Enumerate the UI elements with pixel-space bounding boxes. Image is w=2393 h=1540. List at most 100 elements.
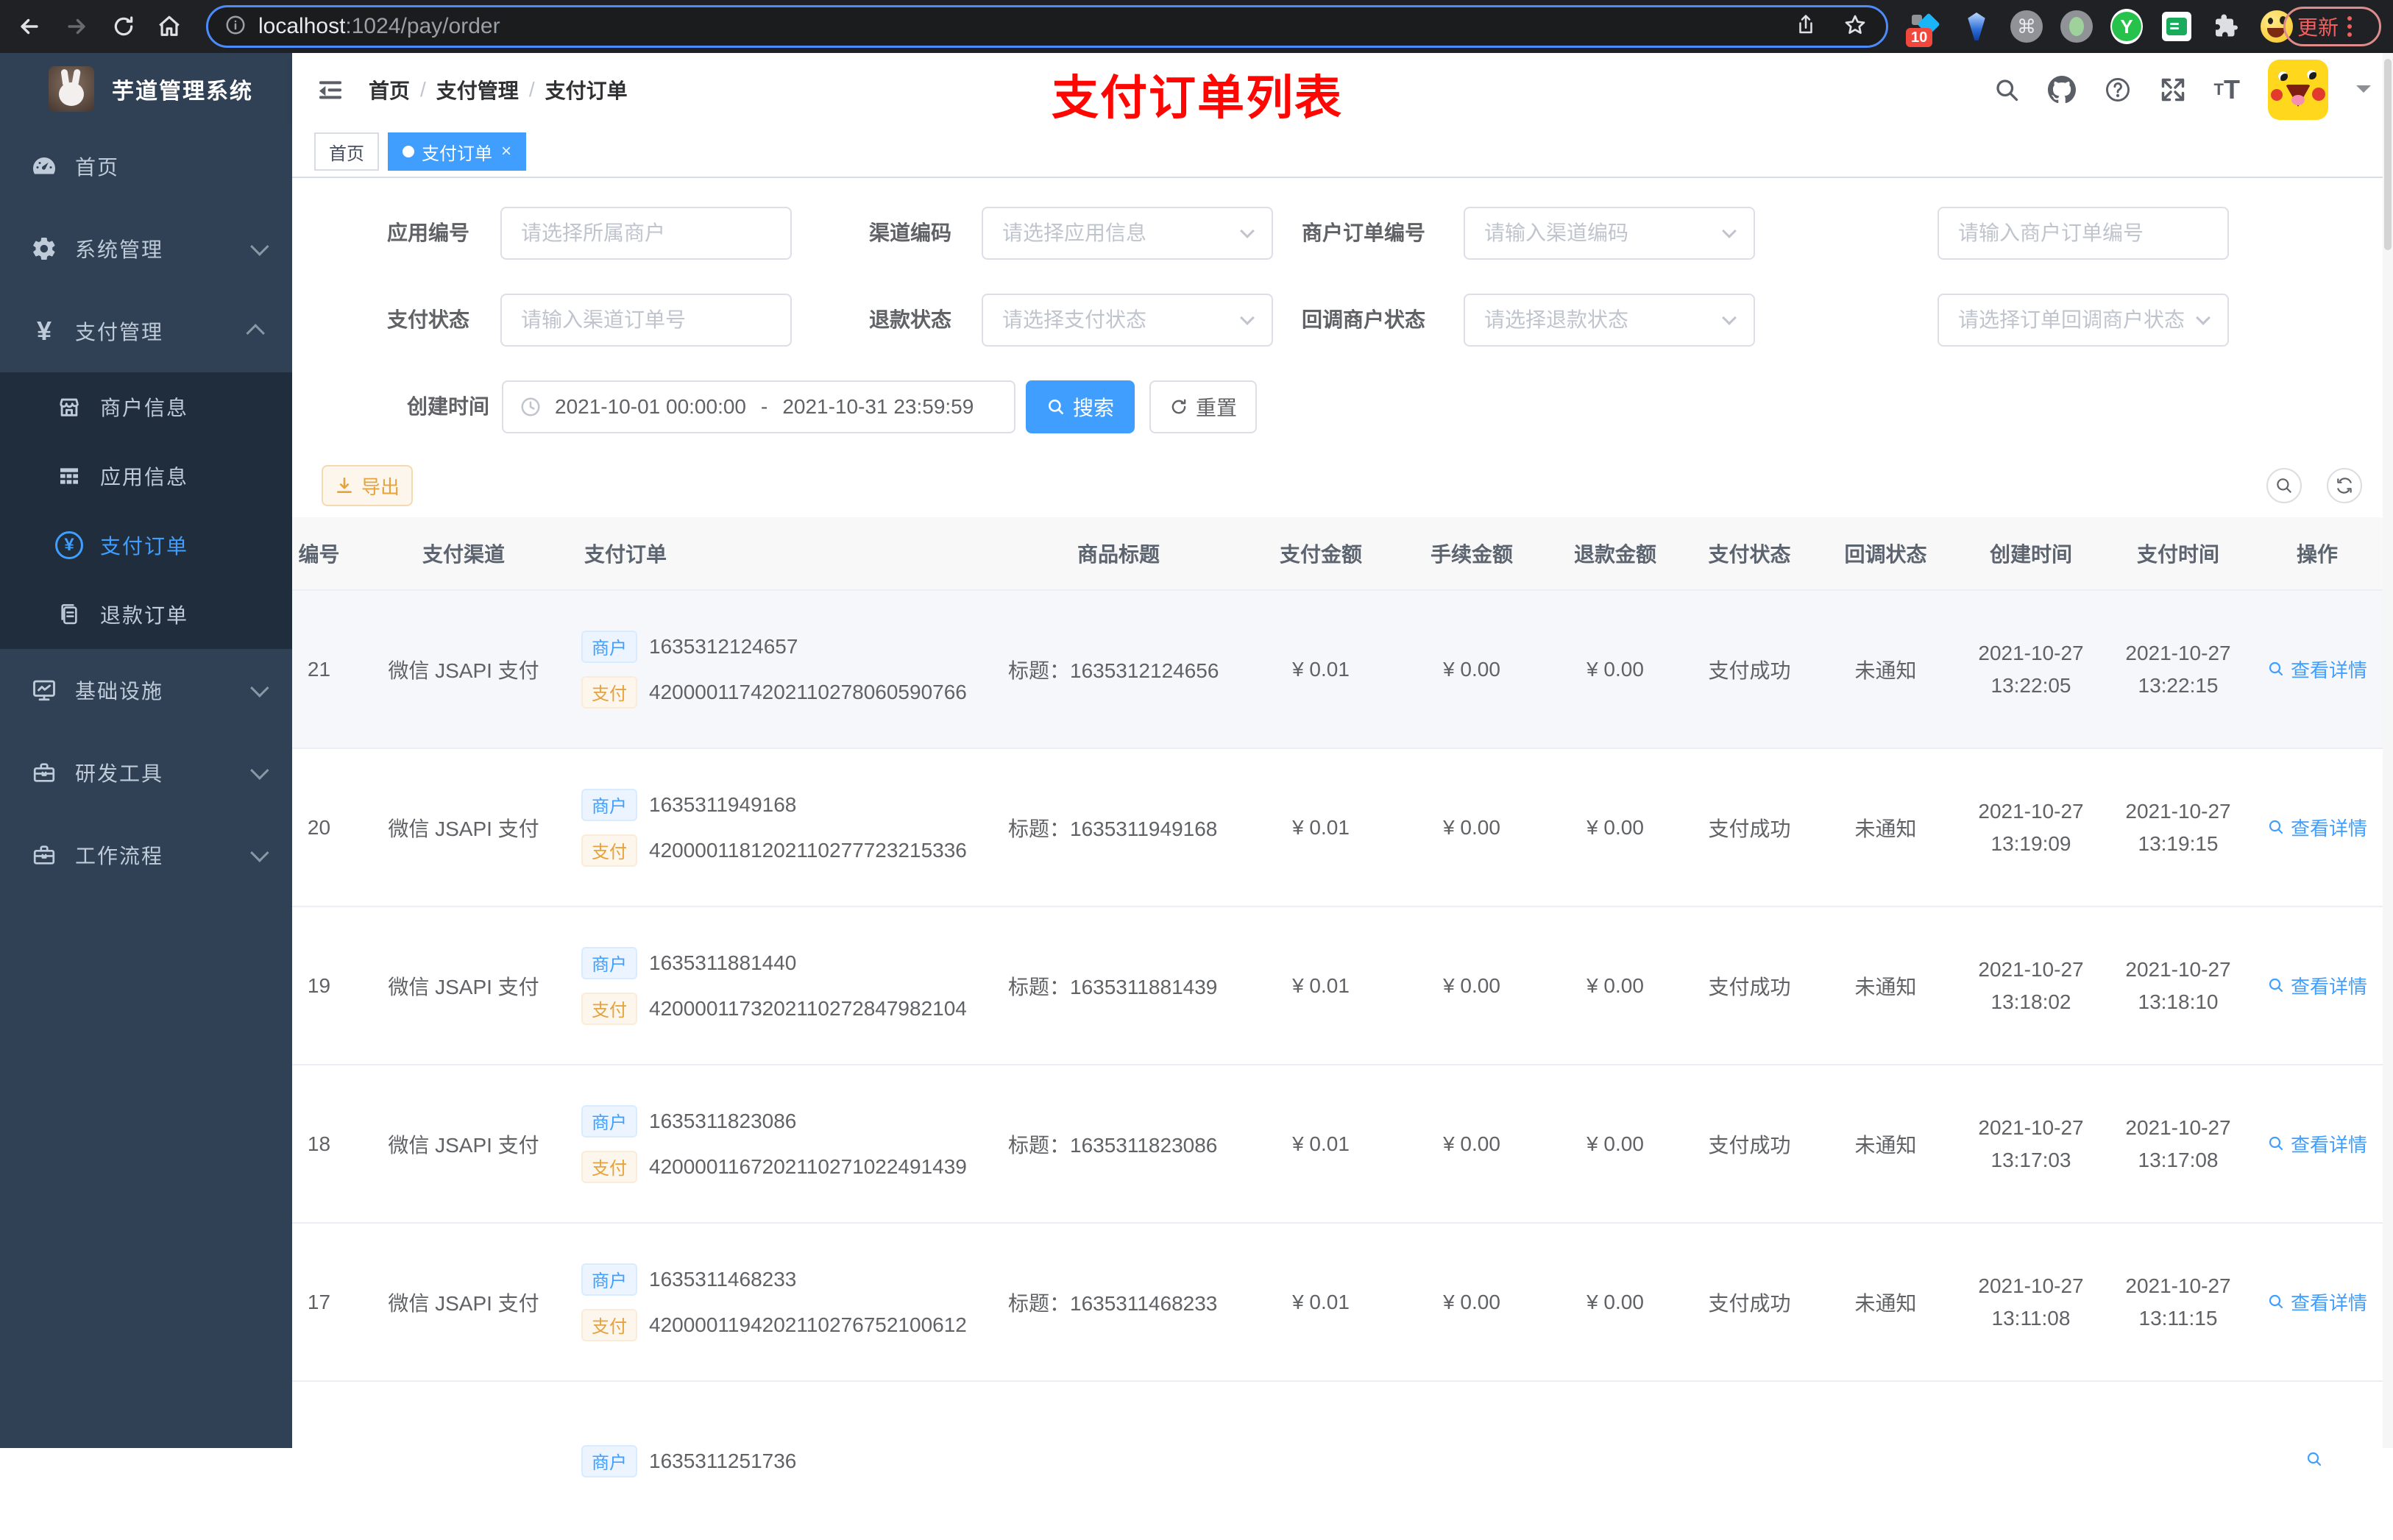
chat-extension-icon[interactable] <box>2160 10 2193 43</box>
avatar-caret-icon[interactable] <box>2356 85 2371 100</box>
filter-control[interactable] <box>1464 207 1755 260</box>
merchant-order-line: 商户 1635311949168 <box>581 788 993 821</box>
sidebar-item[interactable]: 工作流程 <box>0 814 292 896</box>
view-detail-link[interactable]: 查看详情 <box>2267 1288 2367 1316</box>
fullscreen-icon[interactable] <box>2160 77 2186 103</box>
close-icon[interactable]: × <box>501 141 511 162</box>
filter-control[interactable] <box>1938 294 2229 347</box>
column-header[interactable]: 编号 <box>292 539 346 568</box>
cell-amount: ¥ 0.01 <box>1292 973 1350 997</box>
scrollbar-thumb[interactable] <box>2384 59 2392 250</box>
pin-extension-icon[interactable] <box>1960 10 1993 43</box>
search-icon[interactable] <box>1993 77 2020 103</box>
column-header[interactable]: 操作 <box>2252 539 2383 568</box>
browser-home-button[interactable] <box>153 10 185 43</box>
share-icon[interactable] <box>1795 14 1817 40</box>
browser-back-button[interactable] <box>13 10 46 43</box>
column-header[interactable]: 支付订单 <box>581 539 993 568</box>
filter-input[interactable] <box>1464 207 1755 260</box>
user-avatar[interactable] <box>2268 60 2328 120</box>
breadcrumb-item[interactable]: 支付管理 / <box>436 75 545 104</box>
cell-id: 18 <box>307 1132 331 1155</box>
search-button[interactable]: 搜索 <box>1026 380 1135 433</box>
view-detail-link[interactable] <box>2305 1450 2329 1468</box>
date-range-picker[interactable]: 2021-10-01 00:00:00 - 2021-10-31 23:59:5… <box>502 380 1015 433</box>
window-scrollbar[interactable] <box>2383 53 2393 1448</box>
bookmark-star-icon[interactable] <box>1843 13 1867 40</box>
export-button[interactable]: 导出 <box>322 465 413 506</box>
sidebar-subitem[interactable]: 退款订单 <box>0 580 292 649</box>
site-info-icon[interactable] <box>224 14 247 40</box>
merchant-order-line: 商户 1635311251736 <box>581 1444 993 1477</box>
column-header[interactable]: 退款金额 <box>1545 539 1685 568</box>
breadcrumb-item[interactable]: 首页 / <box>369 75 436 104</box>
merchant-tag: 商户 <box>581 1444 637 1477</box>
view-detail-link[interactable]: 查看详情 <box>2267 656 2367 683</box>
font-size-icon[interactable]: TT <box>2214 74 2240 105</box>
column-header[interactable]: 支付状态 <box>1685 539 1814 568</box>
sidebar-subitem[interactable]: ¥ 支付订单 <box>0 511 292 580</box>
breadcrumb: 首页 / 支付管理 / 支付订单 <box>369 53 648 127</box>
pay-order-line: 支付 4200001173202110272847982104 <box>581 992 993 1025</box>
column-header[interactable]: 创建时间 <box>1957 539 2105 568</box>
apps-diamond-extension-icon[interactable]: 10 <box>1906 10 1943 47</box>
table-row: 18 微信 JSAPI 支付 商户 1635311823086 支付 42000… <box>292 1065 2383 1224</box>
filter-control[interactable] <box>1938 207 2229 260</box>
filter-input[interactable] <box>1464 294 1755 347</box>
cell-fee: ¥ 0.00 <box>1443 1132 1500 1155</box>
view-detail-link[interactable]: 查看详情 <box>2267 1130 2367 1157</box>
column-header[interactable]: 支付渠道 <box>346 539 581 568</box>
view-detail-link[interactable]: 查看详情 <box>2267 972 2367 999</box>
y-extension-icon[interactable]: Y <box>2110 9 2143 44</box>
cell-status: 支付成功 <box>1708 1133 1791 1157</box>
tag-item[interactable]: 支付订单 × <box>388 132 527 171</box>
main-area: 首页 / 支付管理 / 支付订单 支付订单列表 TT 首页 支付订单 × 请选择… <box>292 53 2393 1540</box>
filter-control[interactable] <box>1464 294 1755 347</box>
column-header[interactable]: 商品标题 <box>993 539 1244 568</box>
gear-icon <box>29 235 59 262</box>
column-header[interactable]: 支付金额 <box>1244 539 1398 568</box>
browser-forward-button[interactable] <box>60 10 93 43</box>
browser-update-button[interactable]: 更新 <box>2283 7 2381 46</box>
sidebar-item[interactable]: 基础设施 <box>0 649 292 731</box>
url-text[interactable]: localhost:1024/pay/order <box>258 14 500 39</box>
column-header[interactable]: 支付时间 <box>2105 539 2252 568</box>
browser-reload-button[interactable] <box>107 10 140 43</box>
cell-title: 标题：1635312124656 <box>1008 659 1219 682</box>
column-header[interactable]: 手续金额 <box>1398 539 1545 568</box>
sidebar-item[interactable]: 首页 <box>0 125 292 207</box>
table-refresh-icon[interactable] <box>2327 468 2362 503</box>
github-icon[interactable] <box>2047 76 2076 104</box>
command-extension-icon[interactable]: ⌘ <box>2010 10 2043 43</box>
puzzle-extensions-icon[interactable] <box>2211 10 2243 43</box>
reset-button[interactable]: 重置 <box>1149 380 1257 433</box>
filter-row-1: 所属商户 应用编号 渠道编码 <box>292 207 2393 260</box>
filter-label: 商户订单编号 <box>1301 221 1425 244</box>
view-detail-link[interactable]: 查看详情 <box>2267 814 2367 841</box>
sidebar: 芋道管理系统 首页 系统管理 ¥ 支付管理 商户信息 应用信息 ¥ 支付订单 退… <box>0 53 292 1448</box>
top-navbar: 首页 / 支付管理 / 支付订单 支付订单列表 TT <box>292 53 2393 127</box>
tag-item[interactable]: 首页 <box>314 132 379 171</box>
cell-order-numbers: 商户 1635311251736 <box>581 1432 993 1491</box>
pay-tag: 支付 <box>581 675 637 709</box>
help-icon[interactable] <box>2104 76 2132 104</box>
cell-status: 支付成功 <box>1708 817 1791 840</box>
browser-menu-icon[interactable] <box>2347 16 2353 37</box>
table-search-toggle-icon[interactable] <box>2266 468 2302 503</box>
cell-notify-status: 未通知 <box>1854 1291 1917 1315</box>
sidebar-item[interactable]: 研发工具 <box>0 731 292 814</box>
column-header[interactable]: 回调状态 <box>1814 539 1957 568</box>
filter-label: 渠道编码 <box>868 221 951 244</box>
table-toolbar: 导出 <box>292 465 2393 506</box>
filter-input[interactable] <box>1938 207 2229 260</box>
filter-input[interactable] <box>1938 294 2229 347</box>
cell-paid-time: 2021-10-27 13:17:08 <box>2125 1115 2231 1171</box>
record-extension-icon[interactable] <box>2060 10 2093 43</box>
address-bar[interactable]: localhost:1024/pay/order <box>206 5 1888 48</box>
app-logo-row[interactable]: 芋道管理系统 <box>0 53 292 125</box>
sidebar-fold-icon[interactable] <box>314 74 347 106</box>
cell-notify-status: 未通知 <box>1854 975 1917 998</box>
filter-row-2: 渠道订单号 支付状态 退款状态 <box>292 294 2393 347</box>
breadcrumb-item[interactable]: 支付订单 <box>545 75 648 104</box>
sidebar-subitem[interactable]: 应用信息 <box>0 441 292 511</box>
